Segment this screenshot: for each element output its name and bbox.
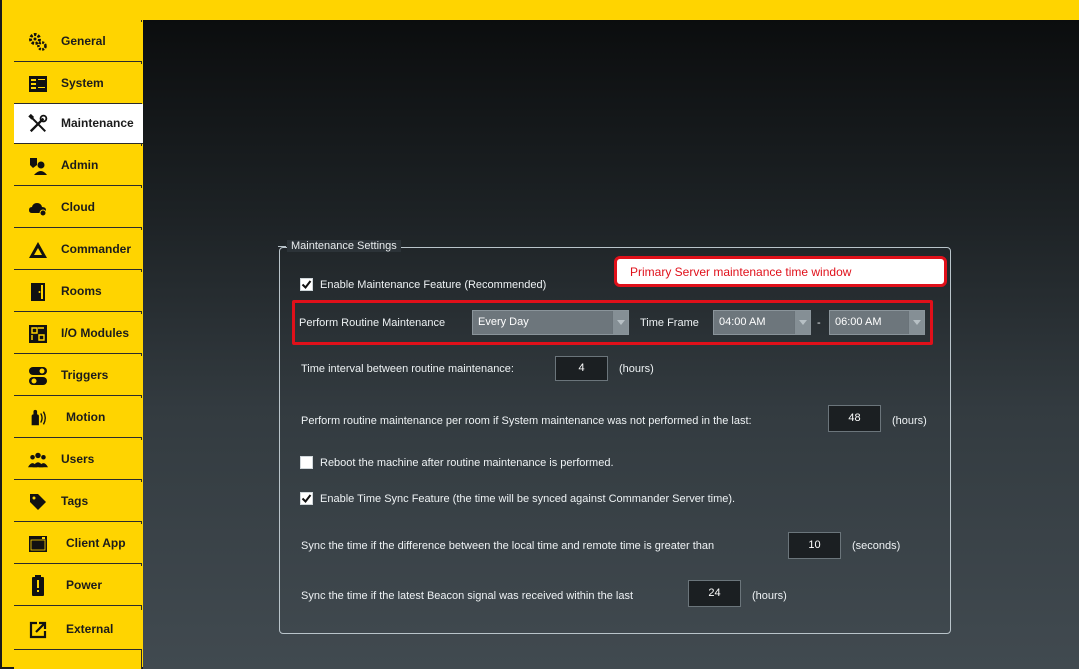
gears-icon xyxy=(28,32,48,52)
sidebar-item-label: Power xyxy=(66,578,103,592)
tools-icon xyxy=(28,113,48,134)
interval-unit: (hours) xyxy=(619,363,654,375)
sidebar-item-io-modules[interactable]: I/O Modules xyxy=(14,314,142,354)
checkmark-icon xyxy=(301,494,312,504)
sync-diff-unit: (seconds) xyxy=(852,540,901,552)
callout-annotation: Primary Server maintenance time window xyxy=(614,256,947,287)
io-module-icon xyxy=(28,324,48,344)
enable-maintenance-checkbox[interactable] xyxy=(300,278,313,291)
sidebar-item-label: Admin xyxy=(61,158,99,172)
sidebar-item-label: Maintenance xyxy=(61,116,134,130)
sidebar-item-label: System xyxy=(61,76,104,90)
panel-legend: Maintenance Settings xyxy=(287,240,401,252)
sidebar-item-cloud[interactable]: Cloud xyxy=(14,188,142,228)
interval-label: Time interval between routine maintenanc… xyxy=(301,363,514,375)
sidebar: General System Maintenance Admin Cloud C… xyxy=(14,20,144,669)
chevron-down-icon xyxy=(908,311,924,334)
toggle-icon xyxy=(28,366,48,386)
sidebar-item-tags[interactable]: Tags xyxy=(14,482,142,522)
room-maintenance-unit: (hours) xyxy=(892,415,927,427)
interval-input[interactable]: 4 xyxy=(555,356,608,381)
battery-icon xyxy=(28,575,48,596)
sidebar-item-label: Cloud xyxy=(61,200,95,214)
sidebar-item-rooms[interactable]: Rooms xyxy=(14,272,142,312)
sidebar-item-users[interactable]: Users xyxy=(14,440,142,480)
beacon-input[interactable]: 24 xyxy=(688,580,741,607)
sidebar-item-label: Users xyxy=(61,452,95,466)
callout-text: Primary Server maintenance time window xyxy=(630,265,852,279)
sidebar-item-label: Client App xyxy=(66,536,126,550)
sidebar-item-external[interactable]: External xyxy=(14,610,142,650)
timeframe-start-value: 04:00 AM xyxy=(719,316,766,328)
time-sync-label: Enable Time Sync Feature (the time will … xyxy=(320,493,736,505)
sync-diff-label: Sync the time if the difference between … xyxy=(301,540,715,552)
sidebar-item-admin[interactable]: Admin xyxy=(14,146,142,186)
sync-diff-input[interactable]: 10 xyxy=(788,532,841,559)
sidebar-item-label: General xyxy=(61,34,106,48)
sidebar-item-commander[interactable]: Commander xyxy=(14,230,142,270)
server-icon xyxy=(28,74,48,94)
sidebar-item-label: Triggers xyxy=(61,368,109,382)
reboot-checkbox[interactable] xyxy=(300,456,313,469)
users-icon xyxy=(28,450,48,470)
timeframe-end-select[interactable]: 06:00 AM xyxy=(829,310,925,335)
room-maintenance-input[interactable]: 48 xyxy=(828,405,881,432)
time-sync-checkbox[interactable] xyxy=(300,492,313,505)
sidebar-item-triggers[interactable]: Triggers xyxy=(14,356,142,396)
reboot-label: Reboot the machine after routine mainten… xyxy=(320,457,614,469)
enable-maintenance-label: Enable Maintenance Feature (Recommended) xyxy=(320,279,547,291)
timeframe-end-value: 06:00 AM xyxy=(835,316,882,328)
time-frame-label: Time Frame xyxy=(640,317,699,329)
app-window: General System Maintenance Admin Cloud C… xyxy=(0,0,1079,669)
tag-icon xyxy=(28,492,48,512)
sidebar-item-system[interactable]: System xyxy=(14,64,142,104)
cloud-icon xyxy=(28,198,48,218)
commander-logo-icon xyxy=(28,240,48,260)
checkmark-icon xyxy=(301,280,312,290)
sidebar-item-label: Rooms xyxy=(61,284,102,298)
legend-tick xyxy=(278,246,286,247)
sidebar-item-label: Motion xyxy=(66,410,106,424)
sidebar-item-label: External xyxy=(66,622,114,636)
window-icon xyxy=(28,534,48,554)
sidebar-item-motion[interactable]: Motion xyxy=(14,398,142,438)
admin-icon xyxy=(28,156,48,176)
beacon-unit: (hours) xyxy=(752,590,787,602)
beacon-label: Sync the time if the latest Beacon signa… xyxy=(301,590,634,602)
motion-hand-icon xyxy=(28,408,48,428)
chevron-down-icon xyxy=(794,311,810,334)
sidebar-item-label: Commander xyxy=(61,242,132,256)
sidebar-item-label: Tags xyxy=(61,494,89,508)
top-bar xyxy=(2,0,1079,20)
sidebar-item-label: I/O Modules xyxy=(61,326,130,340)
timeframe-separator: - xyxy=(817,317,821,329)
routine-frequency-value: Every Day xyxy=(478,316,529,328)
timeframe-start-select[interactable]: 04:00 AM xyxy=(713,310,811,335)
sidebar-item-general[interactable]: General xyxy=(14,22,142,62)
sidebar-item-power[interactable]: Power xyxy=(14,566,142,606)
routine-frequency-select[interactable]: Every Day xyxy=(472,310,629,335)
chevron-down-icon xyxy=(612,311,628,334)
external-link-icon xyxy=(28,620,48,640)
room-maintenance-label: Perform routine maintenance per room if … xyxy=(301,415,752,427)
sidebar-item-client-app[interactable]: Client App xyxy=(14,524,142,564)
door-icon xyxy=(28,282,48,302)
sidebar-item-maintenance[interactable]: Maintenance xyxy=(14,104,144,144)
routine-maintenance-label: Perform Routine Maintenance xyxy=(299,317,446,329)
